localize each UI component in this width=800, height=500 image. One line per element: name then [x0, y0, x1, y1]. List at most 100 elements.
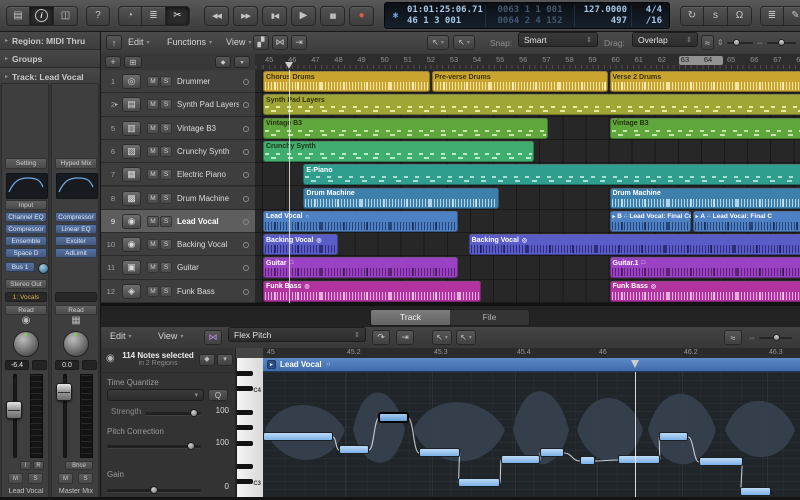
hide-panel-button[interactable]: ↑ — [106, 35, 122, 50]
plugin-slot[interactable]: Linear EQ — [55, 224, 97, 234]
track-solo-button[interactable]: S — [160, 76, 172, 87]
flex-pitch-note[interactable] — [419, 448, 460, 457]
input-monitor-button[interactable] — [243, 102, 249, 108]
track-solo-button[interactable]: S — [160, 216, 172, 227]
flex-pitch-note[interactable] — [540, 448, 564, 457]
eq-thumbnail[interactable] — [56, 173, 98, 199]
flex-pitch-note[interactable] — [379, 413, 408, 422]
solo-button[interactable]: S — [78, 473, 93, 484]
menu-view[interactable]: View▾ — [226, 37, 251, 47]
editor-command-click-tool-button[interactable]: ↖▾ — [456, 330, 476, 345]
black-key[interactable] — [237, 425, 253, 430]
strip-setting-button[interactable]: Hyped Mix — [55, 158, 97, 169]
track-mute-button[interactable]: M — [147, 76, 159, 87]
input-monitor-button[interactable] — [243, 265, 249, 271]
track-solo-button[interactable]: S — [160, 123, 172, 134]
mute-button[interactable]: M — [58, 473, 73, 484]
lcd-display[interactable]: ✱ 01:01:25:06.71 46 1 3 001 0063 1 1 001… — [384, 2, 670, 29]
plugin-slot[interactable]: Space D — [5, 248, 47, 258]
track-solo-button[interactable]: S — [160, 262, 172, 273]
track-mute-button[interactable]: M — [147, 193, 159, 204]
track-solo-button[interactable]: S — [160, 99, 172, 110]
catch-icon[interactable]: ↷ — [372, 330, 390, 345]
quick-help-button[interactable]: ? — [86, 6, 110, 26]
track-header-2[interactable]: 2▸▤MSSynth Pad Layers — [101, 93, 255, 116]
forward-button[interactable]: ▶▶ — [233, 6, 258, 26]
input-monitor-button[interactable] — [243, 172, 249, 178]
replace-button[interactable]: s — [704, 6, 728, 26]
editor-zoom-slider[interactable]: ⇔ — [748, 332, 792, 343]
editor-pointer-tool-button[interactable]: ↖▾ — [432, 330, 452, 345]
inspector-section-1[interactable]: ▸Groups — [0, 50, 100, 68]
track-header-8[interactable]: 8▩MSDrum Machine — [101, 187, 255, 210]
black-key[interactable] — [237, 386, 253, 391]
lcd-cycle-end[interactable]: 0064 2 4 152 — [490, 16, 570, 27]
region[interactable]: ▸A∴Lead Vocal: Final C — [693, 211, 800, 232]
tab-file[interactable]: File — [450, 310, 529, 325]
region[interactable]: Pre-verse Drums — [432, 71, 608, 92]
tab-track[interactable]: Track — [371, 310, 450, 325]
flex-pitch-note[interactable] — [580, 456, 595, 465]
piano-keyboard[interactable]: C4C3 — [236, 348, 263, 497]
lcd-tempo-sub[interactable]: 497 — [579, 16, 627, 27]
track-solo-button[interactable]: S — [160, 169, 172, 180]
track-mute-button[interactable]: M — [147, 216, 159, 227]
track-mute-button[interactable]: M — [147, 99, 159, 110]
track-solo-button[interactable]: S — [160, 146, 172, 157]
lcd-settings-icon[interactable]: ✱ — [388, 10, 403, 21]
mute-button[interactable]: M — [8, 473, 23, 484]
region[interactable]: Guitar□ — [263, 257, 458, 278]
strength-slider[interactable] — [145, 412, 201, 415]
track-mute-button[interactable]: M — [147, 239, 159, 250]
bnce-button[interactable]: Bnce — [65, 461, 93, 470]
vertical-zoom-slider[interactable]: ⇕ — [717, 37, 753, 48]
region[interactable]: Guitar.1□ — [610, 257, 800, 278]
pause-button[interactable]: ▮▮ — [320, 6, 345, 26]
track-header-12[interactable]: 12◈MSFunk Bass — [101, 280, 255, 303]
play-button[interactable]: ▶ — [291, 6, 316, 26]
plugin-slot[interactable]: Exciter — [55, 236, 97, 246]
track-header-7[interactable]: 7▦MSElectric Piano — [101, 163, 255, 186]
input-monitor-button[interactable] — [243, 219, 249, 225]
region[interactable]: Backing Vocal◎ — [469, 234, 800, 255]
input-monitor-button[interactable] — [243, 149, 249, 155]
track-header-6[interactable]: 6▨MSCrunchy Synth — [101, 140, 255, 163]
track-header-1[interactable]: 1◎MSDrummer — [101, 70, 255, 93]
editor-menu-view[interactable]: View▾ — [158, 331, 183, 341]
note-pads-button[interactable]: ✎ — [784, 6, 800, 26]
quantize-apply-button[interactable]: Q — [208, 389, 228, 401]
track-solo-button[interactable]: S — [160, 286, 172, 297]
duplicate-track-button[interactable]: ⊞ — [124, 56, 142, 68]
flex-pitch-note[interactable] — [339, 445, 369, 454]
editor-menu-edit[interactable]: Edit▾ — [110, 331, 132, 341]
region[interactable]: Funk Bass◎ — [263, 281, 481, 302]
input-monitor-button[interactable] — [243, 126, 249, 132]
snap-mode-select[interactable]: Smart⇕ — [518, 32, 598, 47]
tools-button[interactable]: ✂ — [166, 6, 190, 26]
pointer-tool-button[interactable]: ↖▾ — [427, 35, 449, 50]
lcd-time-signature[interactable]: 4/4 — [636, 5, 662, 16]
zoom-resize-icon[interactable]: ▞ — [253, 35, 269, 50]
region[interactable]: Lead Vocal○ — [263, 211, 458, 232]
smart-controls-button[interactable]: ≣ — [142, 6, 166, 26]
strip-setting-button[interactable]: Setting — [5, 158, 47, 169]
black-key[interactable] — [237, 441, 253, 446]
r-button[interactable]: R — [33, 461, 44, 470]
input-monitor-button[interactable] — [243, 196, 249, 202]
library-button[interactable]: ▤ — [6, 6, 30, 26]
group-slot[interactable] — [55, 292, 97, 302]
local-inspector-button[interactable]: ◆ — [199, 354, 215, 366]
eq-thumbnail[interactable] — [6, 173, 48, 199]
go-to-beginning-button[interactable]: ▮◀ — [262, 6, 287, 26]
editor-playhead-marker[interactable] — [631, 360, 639, 368]
flex-pitch-note[interactable] — [740, 487, 771, 496]
track-mute-button[interactable]: M — [147, 146, 159, 157]
list-editors-button[interactable]: ≣ — [760, 6, 784, 26]
region[interactable]: Drum Machine — [303, 188, 499, 209]
solo-button[interactable]: S — [28, 473, 43, 484]
local-menu-button[interactable]: ▾ — [217, 354, 233, 366]
cycle-button[interactable]: ↻ — [680, 6, 704, 26]
send-knob[interactable] — [38, 263, 49, 274]
track-solo-button[interactable]: S — [160, 193, 172, 204]
flex-pitch-note[interactable] — [263, 432, 333, 441]
